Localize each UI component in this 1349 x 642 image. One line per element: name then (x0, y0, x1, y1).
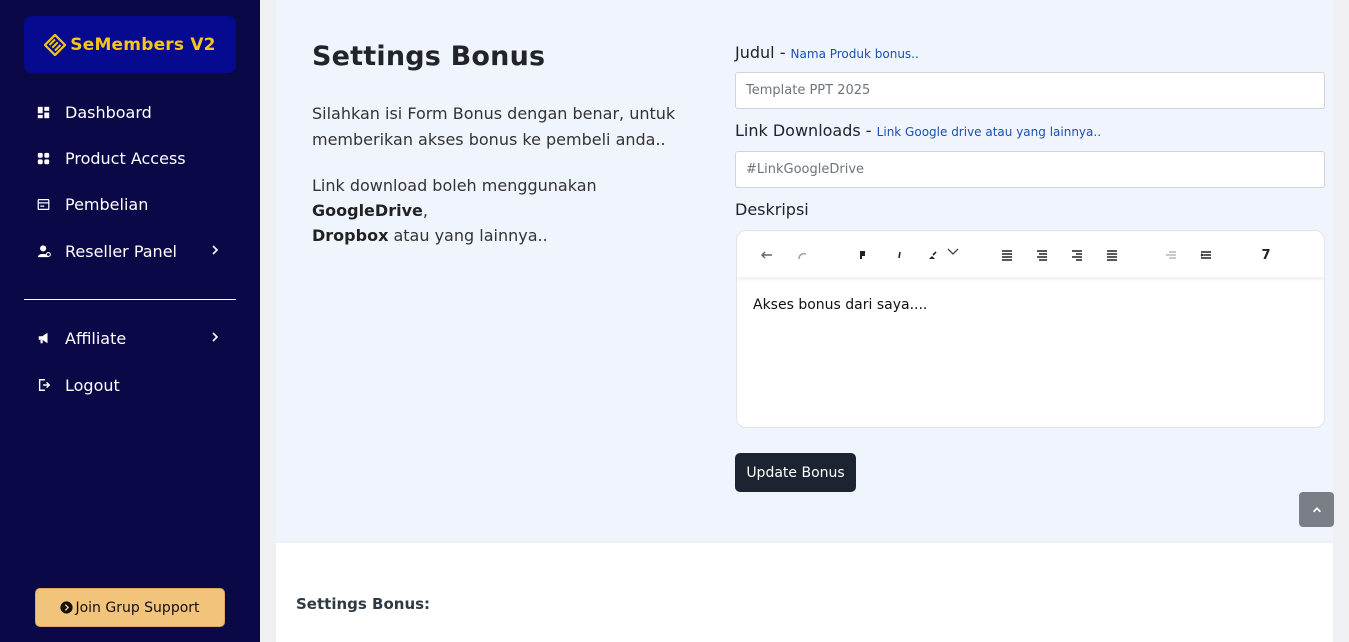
text-color-icon[interactable] (925, 247, 941, 263)
link-text-prefix: Link download boleh menggunakan (312, 176, 597, 195)
link-label-text: Link Downloads - (735, 121, 877, 140)
sidebar-divider (24, 299, 236, 300)
dashboard-icon (36, 105, 51, 120)
support-label: Join Grup Support (75, 599, 200, 616)
rich-text-editor[interactable]: 7 Akses bonus dari saya.... (736, 230, 1325, 428)
page-title: Settings Bonus (312, 41, 546, 72)
editor-toolbar: 7 (737, 231, 1324, 278)
nav-product-access[interactable]: Product Access (36, 146, 226, 170)
nav-reseller-panel[interactable]: Reseller Panel (36, 239, 226, 263)
align-left-icon[interactable] (999, 247, 1015, 263)
scroll-to-top-button[interactable] (1299, 492, 1334, 527)
indent-icon[interactable] (1198, 247, 1214, 263)
outdent-icon[interactable] (1163, 247, 1179, 263)
receipt-icon (36, 197, 51, 212)
nav-label: Product Access (65, 148, 186, 168)
judul-input[interactable]: Template PPT 2025 (735, 72, 1325, 109)
nav-affiliate[interactable]: Affiliate (36, 326, 226, 350)
diamond-logo-icon (44, 33, 67, 56)
chevron-circle-right-icon (60, 601, 74, 614)
nav-label: Logout (65, 375, 120, 395)
brand-logo[interactable]: SeMembers V2 (24, 16, 236, 73)
page-description: Silahkan isi Form Bonus dengan benar, un… (312, 104, 676, 149)
judul-label-text: Judul - (735, 43, 791, 62)
judul-label: Judul - Nama Produk bonus.. (735, 43, 919, 62)
section-title: Settings Bonus: (296, 595, 431, 613)
logout-icon (36, 378, 51, 393)
chevron-right-icon (212, 332, 219, 342)
judul-hint: Nama Produk bonus.. (790, 47, 919, 61)
heading-button[interactable]: 7 (1258, 247, 1274, 263)
link-download-input[interactable]: #LinkGoogleDrive (735, 151, 1325, 188)
nav-label: Dashboard (65, 102, 152, 122)
nav-label: Pembelian (65, 194, 149, 214)
italic-icon[interactable] (892, 247, 908, 263)
chevron-up-icon (1312, 506, 1321, 512)
align-right-icon[interactable] (1069, 247, 1085, 263)
undo-icon[interactable] (759, 247, 775, 263)
align-justify-icon[interactable] (1104, 247, 1120, 263)
nav-pembelian[interactable]: Pembelian (36, 192, 226, 216)
sidebar: SeMembers V2 Dashboard Product Access Pe… (0, 0, 260, 642)
nav-dashboard[interactable]: Dashboard (36, 100, 226, 124)
nav-label: Reseller Panel (65, 241, 177, 261)
join-support-button[interactable]: Join Grup Support (35, 588, 225, 627)
settings-card: Settings Bonus Silahkan isi Form Bonus d… (276, 0, 1333, 541)
editor-content[interactable]: Akses bonus dari saya.... (753, 297, 927, 313)
link-hint: Link Google drive atau yang lainnya.. (876, 125, 1102, 139)
update-bonus-button[interactable]: Update Bonus (735, 453, 856, 492)
link-text-gdrive: GoogleDrive (312, 201, 423, 220)
link-text-dropbox: Dropbox (312, 226, 389, 245)
link-text-comma: , (422, 201, 428, 220)
nav-logout[interactable]: Logout (36, 373, 226, 397)
megaphone-icon (36, 331, 51, 346)
main-content: Settings Bonus Silahkan isi Form Bonus d… (260, 0, 1349, 642)
deskripsi-label: Deskripsi (735, 200, 809, 219)
nav-label: Affiliate (65, 328, 127, 348)
chevron-right-icon (212, 245, 219, 255)
bold-icon[interactable] (855, 247, 871, 263)
brand-name: SeMembers V2 (70, 34, 216, 55)
judul-placeholder: Template PPT 2025 (746, 83, 871, 98)
bonus-list-card (276, 543, 1333, 642)
link-instructions: Link download boleh menggunakan GoogleDr… (312, 173, 702, 248)
link-placeholder: #LinkGoogleDrive (746, 162, 865, 177)
grid-icon (36, 151, 51, 166)
link-label: Link Downloads - Link Google drive atau … (735, 121, 1101, 140)
chevron-down-icon[interactable] (945, 243, 961, 259)
link-text-suffix: atau yang lainnya.. (388, 226, 548, 245)
user-gear-icon (36, 244, 51, 259)
redo-icon[interactable] (795, 247, 811, 263)
align-center-icon[interactable] (1034, 247, 1050, 263)
